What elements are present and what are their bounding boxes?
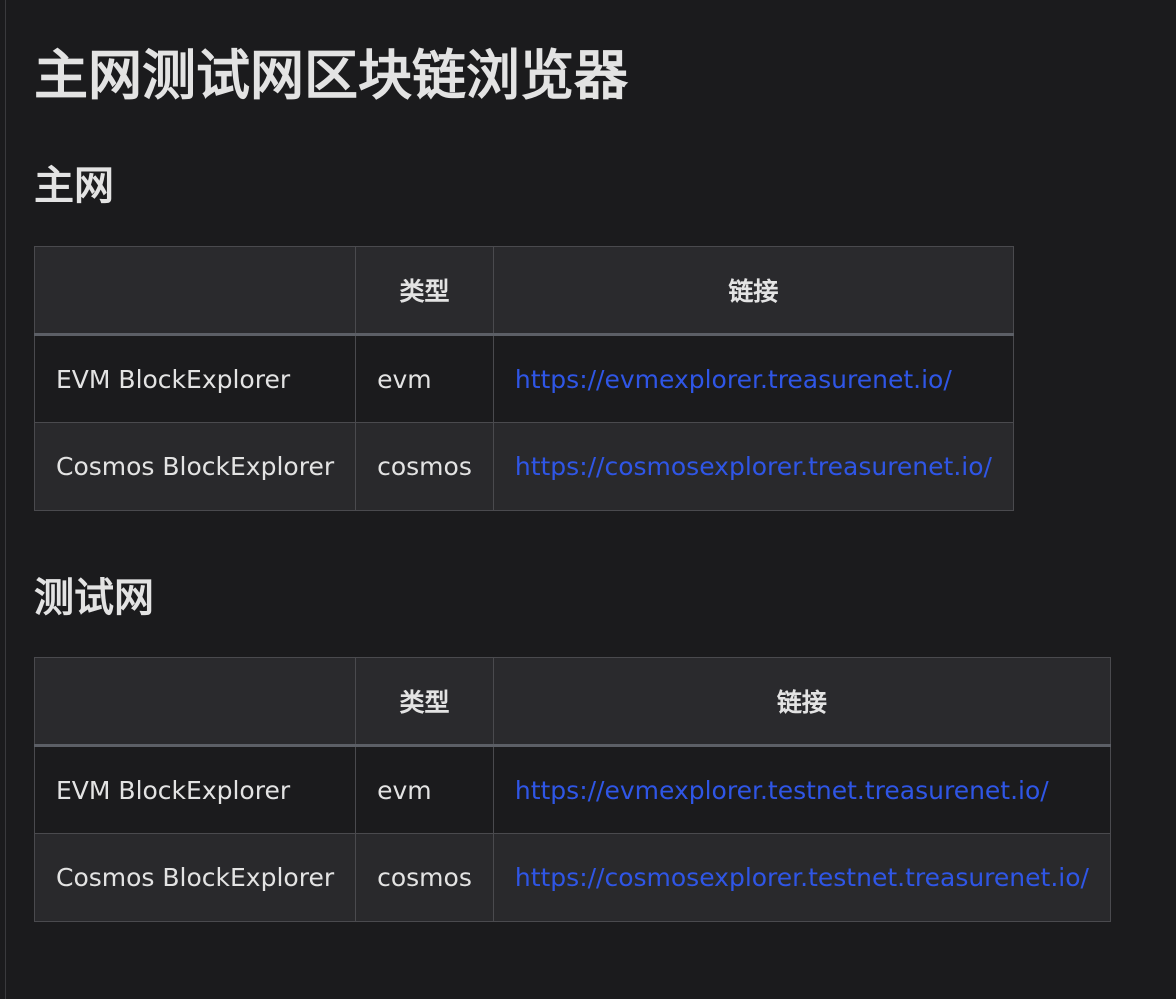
explorer-type: cosmos bbox=[355, 833, 494, 922]
testnet-table: 类型 链接 EVM BlockExplorer evm https://evme… bbox=[33, 657, 1111, 922]
explorer-name: EVM BlockExplorer bbox=[33, 334, 357, 423]
explorer-name: EVM BlockExplorer bbox=[33, 745, 357, 834]
page-title: 主网测试网区块链浏览器 bbox=[34, 44, 628, 107]
explorer-name: Cosmos BlockExplorer bbox=[33, 422, 357, 511]
table-row: EVM BlockExplorer evm https://evmexplore… bbox=[33, 334, 1014, 423]
section-heading-mainnet: 主网 bbox=[34, 163, 114, 209]
header-type: 类型 bbox=[355, 657, 494, 747]
explorer-link-cell: https://cosmosexplorer.treasurenet.io/ bbox=[492, 422, 1014, 511]
explorer-name: Cosmos BlockExplorer bbox=[33, 833, 357, 922]
header-name bbox=[33, 657, 357, 747]
explorer-link-cell: https://cosmosexplorer.testnet.treasuren… bbox=[492, 833, 1111, 922]
explorer-type: evm bbox=[355, 745, 494, 834]
explorer-link[interactable]: https://cosmosexplorer.testnet.treasuren… bbox=[515, 863, 1089, 892]
left-border bbox=[0, 0, 6, 999]
explorer-link-cell: https://evmexplorer.treasurenet.io/ bbox=[492, 334, 1014, 423]
header-link: 链接 bbox=[492, 657, 1111, 747]
explorer-link[interactable]: https://evmexplorer.testnet.treasurenet.… bbox=[515, 776, 1049, 805]
table-row: Cosmos BlockExplorer cosmos https://cosm… bbox=[33, 833, 1111, 922]
table-header-row: 类型 链接 bbox=[33, 246, 1014, 336]
table-header-row: 类型 链接 bbox=[33, 657, 1111, 747]
explorer-link[interactable]: https://cosmosexplorer.treasurenet.io/ bbox=[515, 452, 992, 481]
table-row: Cosmos BlockExplorer cosmos https://cosm… bbox=[33, 422, 1014, 511]
explorer-type: evm bbox=[355, 334, 494, 423]
section-heading-testnet: 测试网 bbox=[34, 575, 154, 621]
table-row: EVM BlockExplorer evm https://evmexplore… bbox=[33, 745, 1111, 834]
explorer-link[interactable]: https://evmexplorer.treasurenet.io/ bbox=[515, 365, 952, 394]
explorer-type: cosmos bbox=[355, 422, 494, 511]
header-name bbox=[33, 246, 357, 336]
header-type: 类型 bbox=[355, 246, 494, 336]
header-link: 链接 bbox=[492, 246, 1014, 336]
explorer-link-cell: https://evmexplorer.testnet.treasurenet.… bbox=[492, 745, 1111, 834]
mainnet-table: 类型 链接 EVM BlockExplorer evm https://evme… bbox=[33, 246, 1014, 511]
